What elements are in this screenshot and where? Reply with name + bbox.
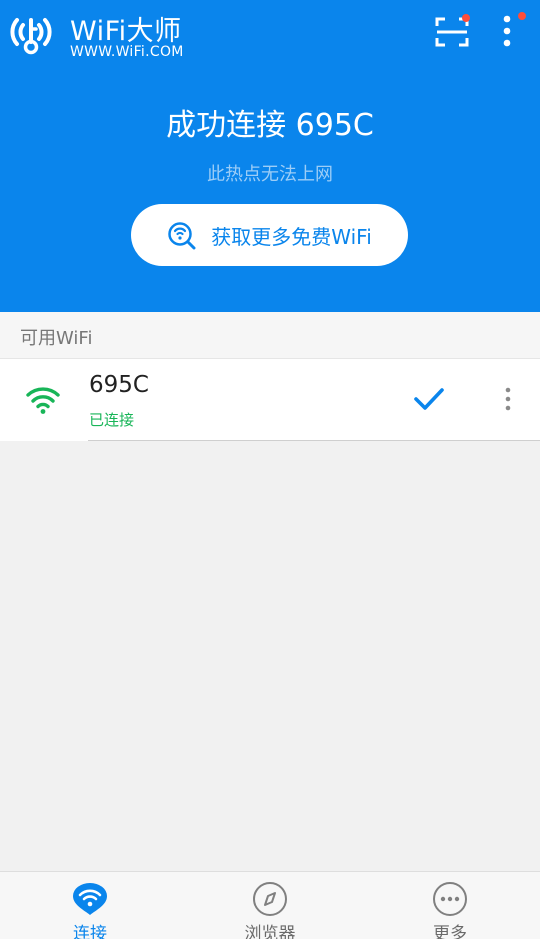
more-dots-icon: [433, 882, 467, 916]
wifi-icon: [73, 883, 107, 915]
available-wifi-label: 可用WiFi: [20, 328, 93, 349]
wifi-key-logo-icon: [10, 18, 52, 55]
header: WiFi大师 WWW.WiFi.COM 成功连接 695C 此热点无法上网 获取…: [0, 0, 540, 312]
scan-badge-dot: [462, 14, 470, 22]
wifi-ssid: 695C: [89, 372, 149, 398]
nav-label-more: 更多: [433, 924, 467, 939]
menu-badge-dot: [518, 12, 526, 20]
row-divider: [88, 440, 540, 441]
app-root: WiFi大师 WWW.WiFi.COM 成功连接 695C 此热点无法上网 获取…: [0, 0, 540, 939]
wifi-search-icon: [168, 222, 196, 250]
vertical-dots-icon: [505, 387, 511, 411]
overflow-menu-button[interactable]: [494, 10, 528, 50]
nav-label-browser: 浏览器: [244, 924, 296, 939]
connection-status-title: 成功连接 695C: [166, 108, 374, 143]
wifi-connection-state: 已连接: [89, 411, 135, 429]
scan-button[interactable]: [432, 14, 472, 50]
wifi-list-item[interactable]: 695C 已连接: [0, 359, 540, 441]
nav-label-connect: 连接: [73, 924, 107, 939]
nav-tab-connect[interactable]: 连接: [0, 872, 180, 939]
available-wifi-section-header: 可用WiFi: [0, 312, 540, 359]
get-more-free-wifi-label: 获取更多免费WiFi: [211, 224, 372, 249]
compass-icon: [253, 882, 287, 916]
nav-tab-browser[interactable]: 浏览器: [180, 872, 360, 939]
app-title: WiFi大师: [70, 16, 182, 47]
bottom-navigation: 连接 浏览器 更多: [0, 871, 540, 939]
wifi-signal-icon: [26, 387, 60, 414]
app-url: WWW.WiFi.COM: [70, 44, 184, 60]
connection-status-subtitle: 此热点无法上网: [207, 164, 333, 185]
wifi-item-more-button[interactable]: [496, 383, 520, 417]
checkmark-icon: [414, 388, 444, 410]
get-more-free-wifi-button[interactable]: 获取更多免费WiFi: [131, 204, 408, 266]
nav-tab-more[interactable]: 更多: [360, 872, 540, 939]
